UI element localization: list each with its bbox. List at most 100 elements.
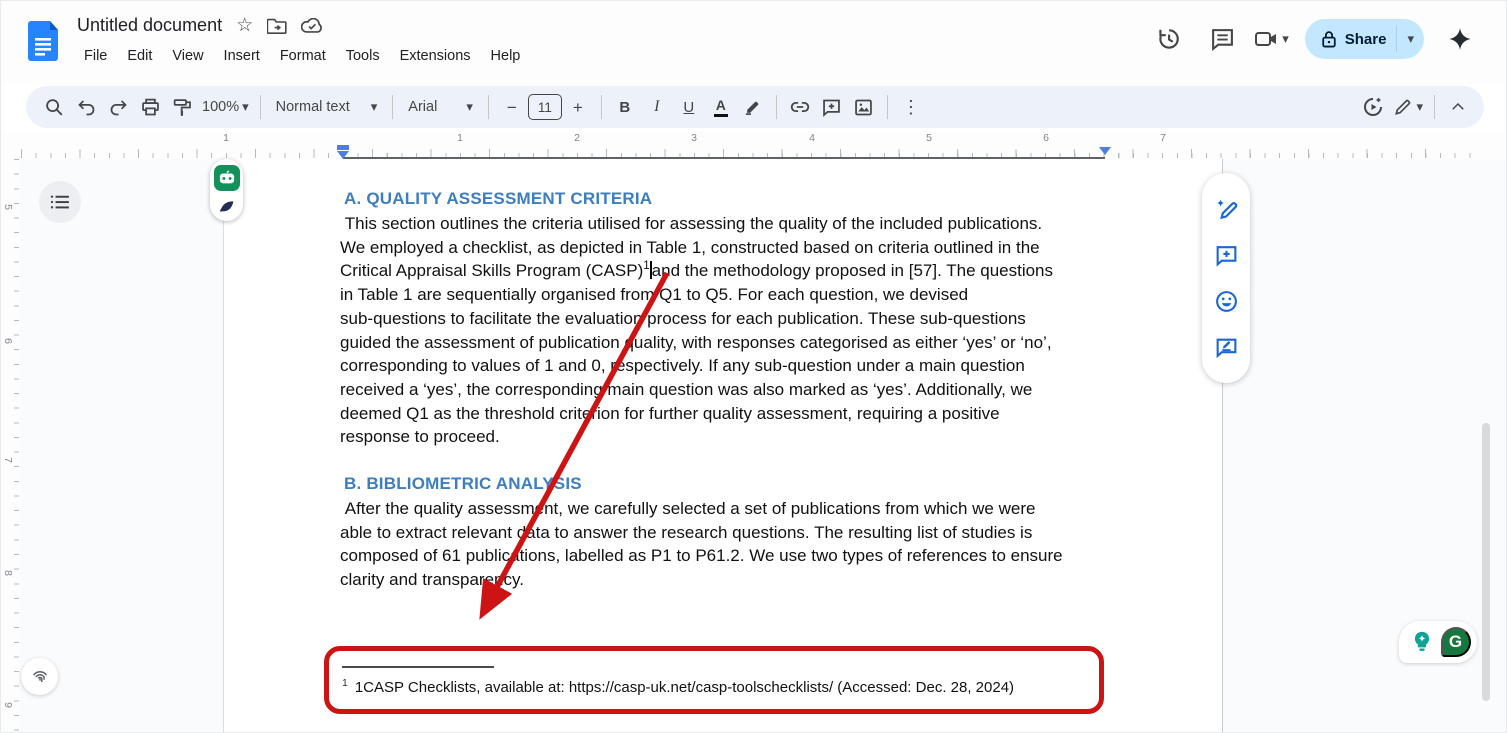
bold-button[interactable]: B — [609, 91, 641, 123]
zoom-select[interactable]: 100% ▾ — [198, 91, 253, 123]
toolbar-divider — [601, 95, 602, 119]
section-a-paragraph[interactable]: This section outlines the criteria utili… — [340, 212, 1170, 449]
print-icon — [140, 97, 161, 118]
footnote[interactable]: 11CASP Checklists, available at: https:/… — [342, 677, 1014, 696]
text-color-button[interactable]: A — [705, 91, 737, 123]
paint-format-button[interactable] — [166, 91, 198, 123]
menu-file[interactable]: File — [75, 45, 116, 67]
section-b-paragraph[interactable]: After the quality assessment, we careful… — [340, 497, 1170, 592]
highlight-color-button[interactable] — [737, 91, 769, 123]
toolbar-divider — [1434, 95, 1435, 119]
insert-link-button[interactable] — [784, 91, 816, 123]
redo-button[interactable] — [102, 91, 134, 123]
search-icon — [43, 96, 65, 118]
search-menus-button[interactable] — [38, 91, 70, 123]
font-size-input[interactable]: 11 — [528, 94, 562, 120]
document-canvas: 5 6 7 8 9 A. QUALITY ASSESSMENT CRITERIA… — [1, 159, 1506, 733]
right-indent-marker[interactable] — [1099, 147, 1111, 155]
menu-view[interactable]: View — [163, 45, 212, 67]
first-line-indent-marker[interactable] — [337, 145, 349, 150]
overflow-dots-icon: ⋮ — [902, 98, 920, 116]
paragraph-text: After the quality assessment, we careful… — [340, 499, 1063, 589]
toolbar-divider — [260, 95, 261, 119]
vertical-scrollbar-thumb[interactable] — [1482, 423, 1490, 701]
grammarly-suggestions-button[interactable] — [1406, 626, 1438, 658]
gemini-button[interactable] — [1438, 17, 1482, 61]
add-comment-icon — [1214, 243, 1239, 268]
document-title[interactable]: Untitled document — [77, 15, 222, 36]
font-family-select[interactable]: Arial ▾ — [400, 91, 481, 123]
link-icon — [789, 96, 811, 118]
bold-icon: B — [619, 99, 630, 116]
move-folder-icon[interactable] — [267, 18, 287, 34]
main-toolbar: 100% ▾ Normal text ▾ Arial ▾ − 11 + B I … — [26, 86, 1484, 128]
menu-help[interactable]: Help — [482, 45, 530, 67]
italic-button[interactable]: I — [641, 91, 673, 123]
share-button[interactable]: Share ▾ — [1305, 19, 1424, 59]
ruler-label: 1 — [218, 132, 234, 144]
undo-icon — [76, 97, 97, 118]
toolbar-divider — [887, 95, 888, 119]
ruler-label: 6 — [1038, 132, 1054, 144]
star-icon[interactable]: ☆ — [236, 16, 253, 35]
comments-button[interactable] — [1200, 17, 1244, 61]
document-page[interactable]: A. QUALITY ASSESSMENT CRITERIA This sect… — [223, 159, 1223, 733]
magic-pen-icon — [1213, 196, 1239, 222]
hide-menus-button[interactable] — [1442, 91, 1474, 123]
ai-robot-extension-button[interactable] — [214, 165, 240, 191]
outline-list-icon — [50, 194, 70, 210]
videocam-icon — [1254, 28, 1280, 50]
vertical-ruler: 5 6 7 8 9 — [1, 159, 20, 733]
add-comment-button[interactable] — [816, 91, 848, 123]
docs-logo-icon[interactable] — [28, 21, 58, 62]
increase-font-size-button[interactable]: + — [562, 91, 594, 123]
help-me-write-button[interactable] — [1208, 191, 1244, 227]
section-a-heading[interactable]: A. QUALITY ASSESSMENT CRITERIA — [344, 189, 652, 209]
suggest-edit-icon — [1214, 335, 1239, 360]
grammarly-logo-button[interactable]: G — [1441, 627, 1471, 657]
timer-play-icon — [1361, 95, 1385, 119]
ruler-label: 6 — [2, 334, 14, 348]
add-comment-icon — [821, 97, 842, 118]
cloud-saved-icon[interactable] — [301, 18, 323, 34]
suggest-edits-button[interactable] — [1208, 329, 1244, 365]
paragraph-text: and the methodology proposed in [57]. Th… — [340, 261, 1053, 446]
print-button[interactable] — [134, 91, 166, 123]
menu-edit[interactable]: Edit — [118, 45, 161, 67]
ruler-label: 8 — [2, 566, 14, 580]
ruler-label: 1 — [452, 132, 468, 144]
meeting-notes-button[interactable] — [1357, 91, 1389, 123]
menu-tools[interactable]: Tools — [337, 45, 389, 67]
grammarly-widget: G — [1399, 621, 1477, 663]
add-comment-side-button[interactable] — [1208, 237, 1244, 273]
emoji-reaction-button[interactable] — [1208, 283, 1244, 319]
ruler-label: 7 — [1155, 132, 1171, 144]
insert-image-button[interactable] — [848, 91, 880, 123]
lightbulb-sparkle-icon — [1409, 629, 1435, 655]
header-actions: ▾ Share ▾ — [1146, 17, 1482, 61]
share-dropdown-icon[interactable]: ▾ — [1407, 31, 1414, 47]
paragraph-style-select[interactable]: Normal text ▾ — [268, 91, 386, 123]
share-label: Share — [1345, 31, 1387, 48]
decrease-font-size-button[interactable]: − — [496, 91, 528, 123]
share-divider — [1396, 26, 1397, 52]
more-options-button[interactable]: ⋮ — [895, 91, 927, 123]
quill-extension-button[interactable] — [218, 198, 235, 215]
section-b-heading[interactable]: B. BIBLIOMETRIC ANALYSIS — [344, 474, 582, 494]
undo-button[interactable] — [70, 91, 102, 123]
meet-call-control[interactable]: ▾ — [1254, 28, 1289, 50]
version-history-button[interactable] — [1146, 17, 1190, 61]
paint-roller-icon — [172, 97, 193, 118]
fingerprint-extension-button[interactable] — [21, 658, 58, 695]
ruler-label: 2 — [569, 132, 585, 144]
document-outline-button[interactable] — [39, 181, 81, 223]
quill-icon — [218, 198, 235, 215]
chevron-down-icon: ▾ — [371, 99, 378, 115]
left-indent-marker[interactable] — [337, 151, 349, 159]
menu-format[interactable]: Format — [271, 45, 335, 67]
menu-insert[interactable]: Insert — [215, 45, 269, 67]
menu-extensions[interactable]: Extensions — [391, 45, 480, 67]
underline-button[interactable]: U — [673, 91, 705, 123]
editing-mode-select[interactable]: ▾ — [1389, 91, 1427, 123]
emoji-icon — [1214, 289, 1239, 314]
